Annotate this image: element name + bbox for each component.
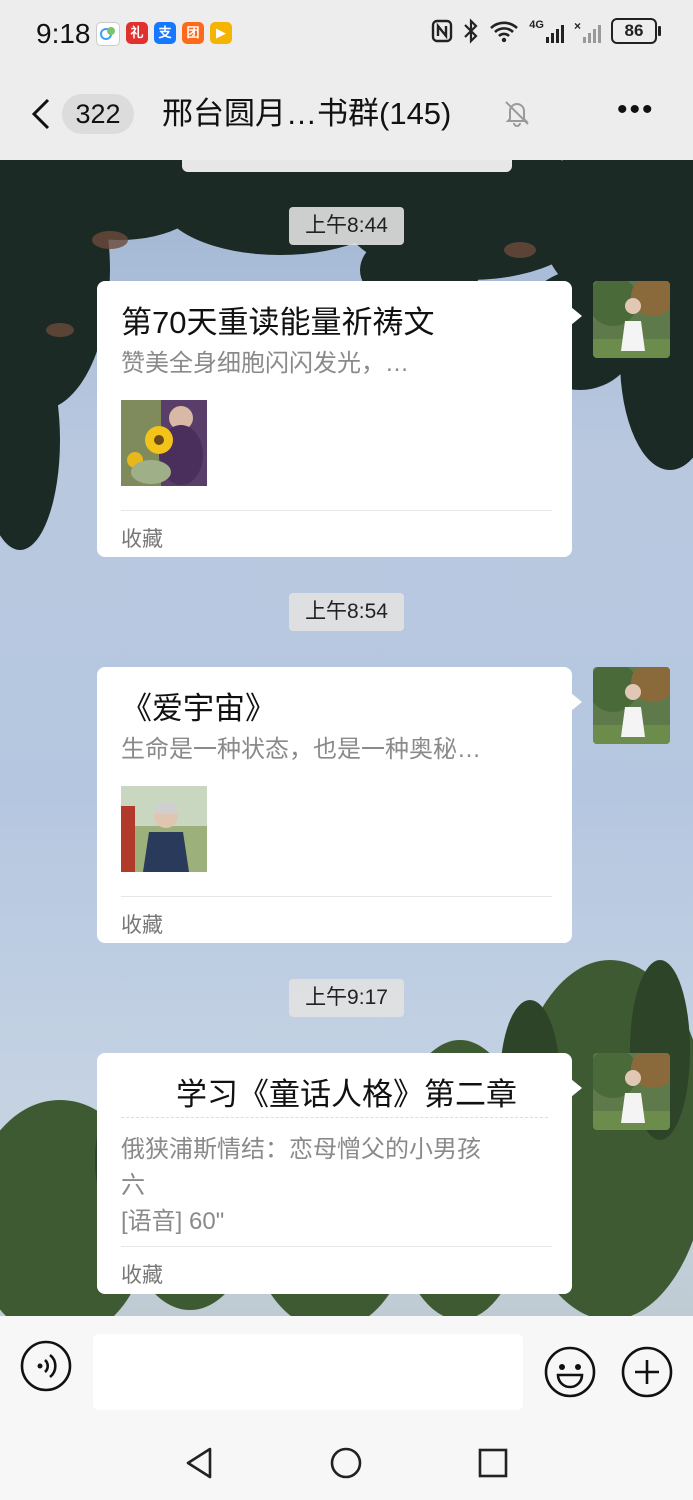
chat-area[interactable]: 上午8:44 第70天重读能量祈祷文 赞美全身细胞闪闪发光，… 收藏 上午8:5… — [0, 160, 693, 1316]
status-time: 9:18 — [36, 18, 91, 49]
voice-duration: [语音] 60" — [121, 1208, 225, 1235]
message-thumbnail — [121, 400, 207, 486]
favorite-message-card[interactable]: 第70天重读能量祈祷文 赞美全身细胞闪闪发光，… 收藏 — [97, 281, 582, 557]
signal-4g-icon: 4G — [529, 19, 564, 43]
battery-icon: 86 — [611, 18, 661, 44]
status-bar: 9:18 礼 支 团 ▶ 4G × 86 — [0, 0, 693, 70]
mute-bell-icon — [505, 101, 529, 127]
alipay-app-icon: 支 — [154, 22, 176, 44]
nav-home-icon[interactable] — [329, 1446, 363, 1480]
message-description-line2: 六 — [121, 1172, 145, 1199]
message-description-line1: 俄狭浦斯情结：恋母憎父的小男孩 — [121, 1136, 481, 1163]
weather-app-icon — [96, 22, 120, 46]
status-indicators: 4G × 86 — [431, 18, 661, 44]
network-type: 4G — [529, 19, 544, 31]
message-description: 赞美全身细胞闪闪发光，… — [121, 350, 409, 377]
sender-avatar[interactable] — [593, 281, 670, 358]
status-app-icons: 礼 支 团 ▶ — [96, 22, 232, 46]
chat-header: 322 邢台圆月…书群(145) ••• — [0, 70, 693, 161]
sender-avatar[interactable] — [593, 1053, 670, 1130]
voice-input-icon[interactable] — [20, 1340, 72, 1392]
system-navigation-bar — [0, 1420, 693, 1500]
card-divider — [121, 1246, 552, 1247]
meituan-app-icon: 团 — [182, 22, 204, 44]
pinned-bar — [182, 160, 512, 172]
signal-2-icon: × — [574, 19, 601, 43]
message-timestamp: 上午8:54 — [289, 593, 404, 631]
video-app-icon: ▶ — [210, 22, 232, 44]
title-divider — [121, 1117, 548, 1118]
plus-icon[interactable] — [621, 1346, 673, 1398]
gift-app-icon: 礼 — [126, 22, 148, 44]
message-description: 生命是一种状态，也是一种奥秘… — [121, 736, 481, 763]
card-divider — [121, 896, 552, 897]
favorite-message-card[interactable]: 学习《童话人格》第二章 俄狭浦斯情结：恋母憎父的小男孩 六 [语音] 60" 收… — [97, 1053, 582, 1294]
message-title: 第70天重读能量祈祷文 — [121, 305, 435, 340]
more-options-icon[interactable]: ••• — [617, 95, 657, 126]
favorite-label: 收藏 — [121, 1264, 163, 1287]
sender-avatar[interactable] — [593, 667, 670, 744]
favorite-message-card[interactable]: 《爱宇宙》 生命是一种状态，也是一种奥秘… 收藏 — [97, 667, 582, 943]
message-thumbnail — [121, 786, 207, 872]
message-title: 学习《童话人格》第二章 — [176, 1077, 517, 1112]
message-title: 《爱宇宙》 — [121, 691, 276, 726]
card-divider — [121, 510, 552, 511]
favorite-label: 收藏 — [121, 914, 163, 937]
message-timestamp: 上午9:17 — [289, 979, 404, 1017]
message-input[interactable] — [93, 1334, 523, 1410]
nfc-icon — [432, 19, 453, 43]
favorite-label: 收藏 — [121, 528, 163, 551]
message-timestamp: 上午8:44 — [289, 207, 404, 245]
back-arrow-icon[interactable] — [28, 96, 62, 132]
wifi-icon — [490, 21, 519, 43]
nav-back-icon[interactable] — [182, 1446, 216, 1480]
unread-count-badge[interactable]: 322 — [62, 94, 134, 134]
nav-recents-icon[interactable] — [476, 1446, 510, 1480]
emoji-icon[interactable] — [544, 1346, 596, 1398]
input-bar — [0, 1316, 693, 1420]
chat-title[interactable]: 邢台圆月…书群(145) — [162, 92, 451, 136]
bluetooth-icon — [464, 18, 478, 44]
